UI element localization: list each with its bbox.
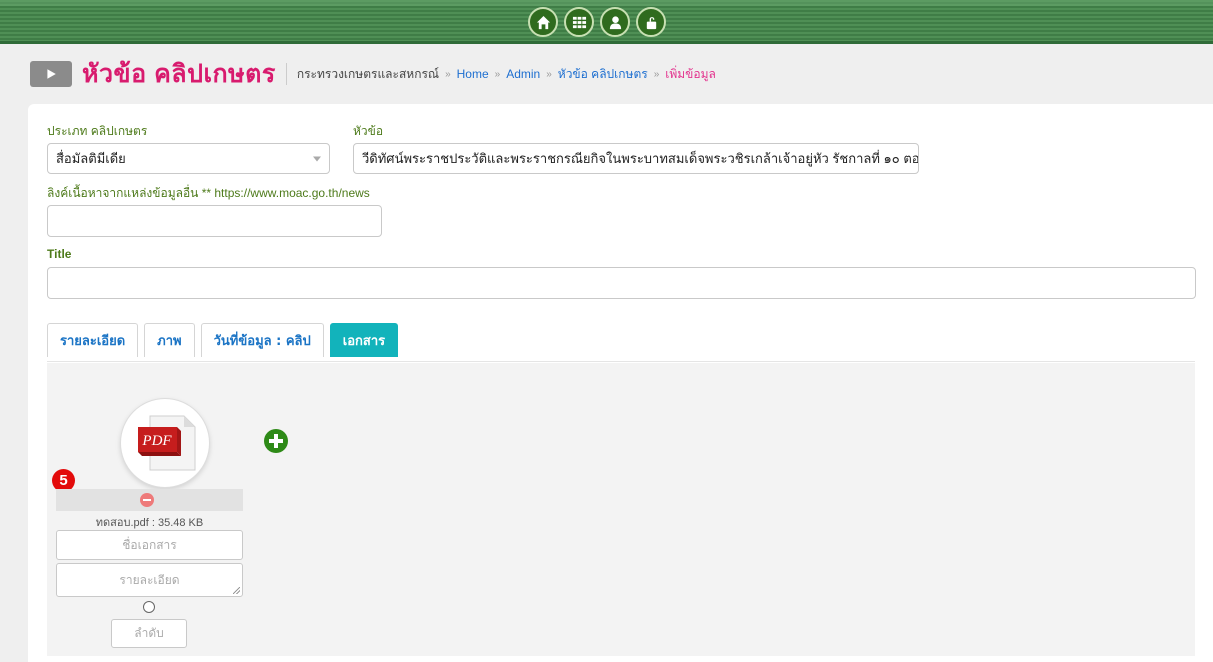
document-detail-placeholder: รายละเอียด xyxy=(119,572,180,587)
breadcrumb-separator: » xyxy=(546,68,552,80)
home-icon xyxy=(536,15,550,29)
subject-label: หัวข้อ xyxy=(353,124,384,138)
link-input[interactable] xyxy=(47,205,382,237)
form-panel: ประเภท คลิปเกษตร สื่อมัลติมีเดีย หัวข้อ … xyxy=(28,104,1213,662)
profile-button[interactable] xyxy=(600,7,630,37)
tab-clip-date[interactable]: วันที่ข้อมูล : คลิป xyxy=(200,323,324,357)
tab-divider xyxy=(47,361,1195,362)
page-title: หัวข้อ คลิปเกษตร xyxy=(82,60,276,88)
subject-input[interactable]: วีดิทัศน์พระราชประวัติและพระราชกรณียกิจใ… xyxy=(353,143,919,174)
breadcrumb: กระทรวงเกษตรและสหกรณ์ » Home » Admin » ห… xyxy=(297,65,716,84)
logout-button[interactable] xyxy=(636,7,666,37)
breadcrumb-separator: » xyxy=(445,68,451,80)
file-info: ทดสอบ.pdf : 35.48 KB xyxy=(95,517,204,529)
primary-file-radio[interactable] xyxy=(143,601,155,613)
type-select-value: สื่อมัลติมีเดีย xyxy=(56,151,126,166)
tab-bar: รายละเอียด ภาพ วันที่ข้อมูล : คลิป เอกสา… xyxy=(47,323,399,357)
apps-button[interactable] xyxy=(564,7,594,37)
remove-file-bar xyxy=(56,489,243,511)
play-icon xyxy=(30,61,72,87)
breadcrumb-item-ministry[interactable]: กระทรวงเกษตรและสหกรณ์ xyxy=(297,65,439,84)
breadcrumb-item-section[interactable]: หัวข้อ คลิปเกษตร xyxy=(558,65,648,84)
user-icon xyxy=(609,15,621,29)
title-input[interactable] xyxy=(47,267,1196,299)
tab-documents[interactable]: เอกสาร xyxy=(329,323,399,357)
type-select[interactable]: สื่อมัลติมีเดีย xyxy=(47,143,330,174)
tab-details[interactable]: รายละเอียด xyxy=(47,323,139,357)
document-name-input[interactable]: ชื่อเอกสาร xyxy=(56,530,243,560)
document-detail-textarea[interactable]: รายละเอียด xyxy=(56,563,243,597)
documents-tab-content: PDF 5 ทดสอบ.pdf : 35.48 KB ชื่อเอกสาร รา… xyxy=(47,363,1195,656)
breadcrumb-separator: » xyxy=(494,68,501,80)
resize-handle[interactable] xyxy=(233,587,240,594)
breadcrumb-separator: » xyxy=(653,68,660,80)
header-divider xyxy=(285,63,287,85)
title-label: Title xyxy=(47,247,72,261)
breadcrumb-item-admin[interactable]: Admin xyxy=(506,67,540,81)
top-nav-bar xyxy=(0,0,1213,44)
document-order-input[interactable]: ลำดับ xyxy=(111,619,187,648)
svg-text:PDF: PDF xyxy=(141,433,172,449)
pdf-icon: PDF xyxy=(138,415,196,471)
chevron-down-icon xyxy=(313,156,321,161)
link-label: ลิงค์เนื้อหาจากแหล่งข้อมูลอื่น ** https:… xyxy=(47,186,370,200)
add-document-icon[interactable] xyxy=(264,429,288,453)
pdf-file-card[interactable]: PDF xyxy=(121,399,209,487)
home-button[interactable] xyxy=(528,7,558,37)
unlock-icon xyxy=(646,16,656,29)
tab-images[interactable]: ภาพ xyxy=(144,323,195,357)
page-header: หัวข้อ คลิปเกษตร กระทรวงเกษตรและสหกรณ์ »… xyxy=(30,58,716,90)
remove-icon[interactable] xyxy=(140,493,154,507)
nav-icon-group xyxy=(528,7,666,37)
type-label: ประเภท คลิปเกษตร xyxy=(47,124,148,138)
breadcrumb-item-current: เพิ่มข้อมูล xyxy=(665,66,716,81)
breadcrumb-item-home[interactable]: Home xyxy=(457,67,489,81)
grid-icon xyxy=(572,16,586,28)
